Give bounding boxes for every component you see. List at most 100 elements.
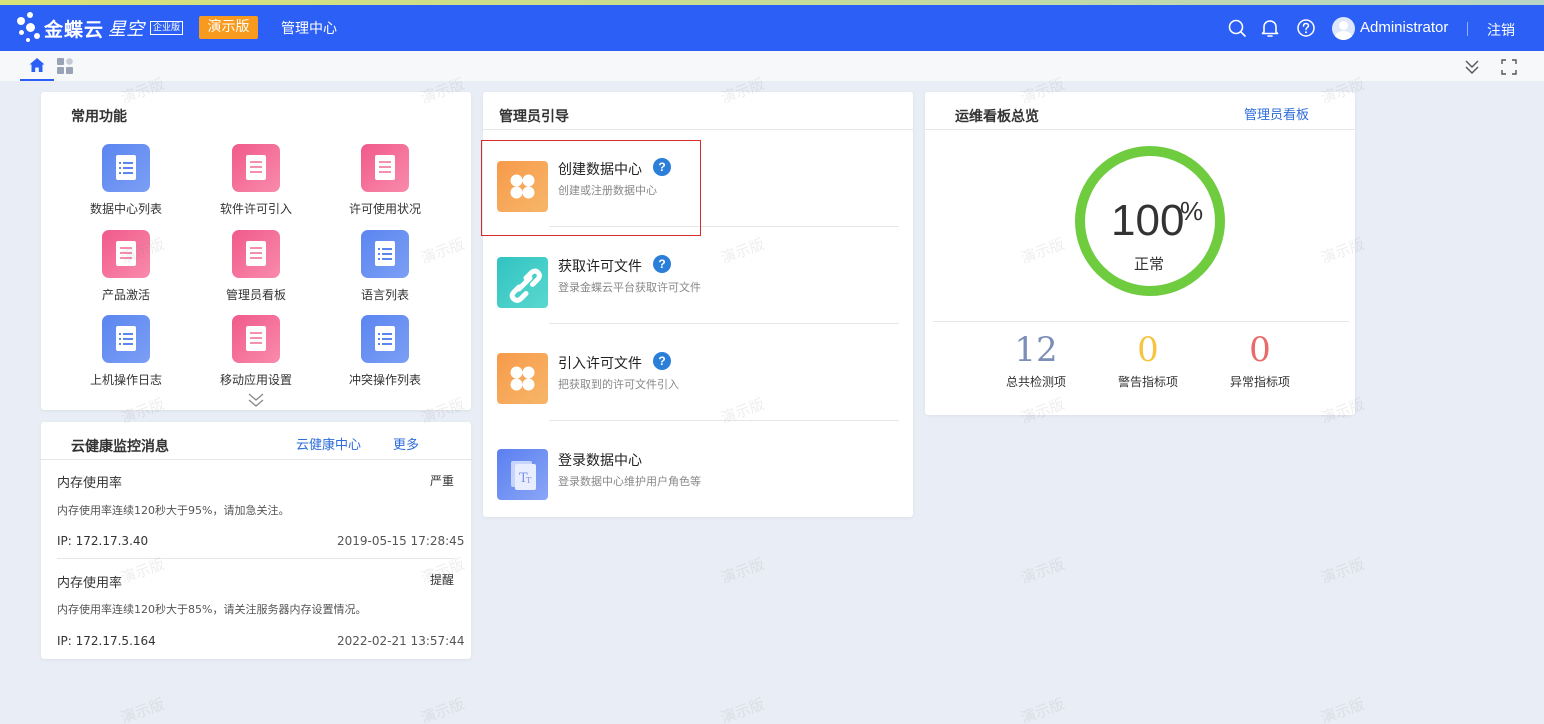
admin-center-menu[interactable]: 管理中心 xyxy=(281,18,337,38)
guide-step-desc: 登录数据中心维护用户角色等 xyxy=(558,475,701,488)
admin-board-link[interactable]: 管理员看板 xyxy=(1244,104,1309,123)
function-item[interactable]: 软件许可引入 xyxy=(201,144,311,217)
flower-icon xyxy=(497,353,548,404)
divider xyxy=(549,420,899,421)
function-label: 管理员看板 xyxy=(225,288,286,302)
guide-step-desc: 把获取到的许可文件引入 xyxy=(558,378,679,391)
expand-more-icon[interactable] xyxy=(247,392,265,408)
watermark-text: 演示版 xyxy=(1018,554,1067,588)
watermark-text: 演示版 xyxy=(418,694,467,724)
top-navigation-bar: 金蝶云 星空 企业版 演示版 管理中心 Administrator 注销 xyxy=(0,5,1544,51)
common-functions-card: 常用功能 数据中心列表 软件许可引入 许可使用状况产品激活 管理员看板 语言列表上机操作… xyxy=(41,92,471,410)
stat-label: 总共检测项 xyxy=(1005,375,1066,389)
watermark-text: 演示版 xyxy=(1318,694,1367,724)
divider xyxy=(933,321,1349,322)
message-time: 2022-02-21 13:57:44 xyxy=(337,634,465,648)
function-label: 移动应用设置 xyxy=(219,373,292,387)
function-item[interactable]: 产品激活 xyxy=(71,230,181,303)
divider xyxy=(483,129,913,130)
document-icon xyxy=(102,144,150,192)
function-label: 语言列表 xyxy=(360,288,409,302)
function-item[interactable]: 管理员看板 xyxy=(201,230,311,303)
function-label: 冲突操作列表 xyxy=(348,373,421,387)
stat-label: 警告指标项 xyxy=(1117,375,1178,389)
help-icon[interactable]: ? xyxy=(653,255,671,273)
message-time: 2019-05-15 17:28:45 xyxy=(337,534,465,548)
header-divider xyxy=(1467,22,1468,36)
function-item[interactable]: 上机操作日志 xyxy=(71,315,181,388)
fullscreen-icon[interactable] xyxy=(1499,57,1519,77)
edition-badge: 企业版 xyxy=(150,21,184,35)
home-icon xyxy=(29,58,45,72)
function-label: 软件许可引入 xyxy=(219,202,292,216)
search-icon[interactable] xyxy=(1226,17,1248,39)
svg-text:T: T xyxy=(526,476,532,485)
message-desc: 内存使用率连续120秒大于85%，请关注服务器内存设置情况。 xyxy=(57,603,367,616)
watermark-text: 演示版 xyxy=(718,554,767,588)
function-label: 许可使用状况 xyxy=(348,202,421,216)
watermark-text: 演示版 xyxy=(718,694,767,724)
function-label: 数据中心列表 xyxy=(89,202,162,216)
stat-label: 异常指标项 xyxy=(1229,375,1290,389)
watermark-text: 演示版 xyxy=(1018,694,1067,724)
username[interactable]: Administrator xyxy=(1360,19,1448,36)
brand-sub: 星空 xyxy=(108,19,145,40)
function-label: 上机操作日志 xyxy=(89,373,162,387)
tab-row xyxy=(0,51,1544,81)
brand-logo[interactable]: 金蝶云 星空 企业版 xyxy=(14,8,184,48)
watermark-text: 演示版 xyxy=(1318,554,1367,588)
common-functions-title: 常用功能 xyxy=(71,109,127,125)
guide-step-name: 登录数据中心 xyxy=(558,453,642,469)
document-icon xyxy=(361,230,409,278)
divider xyxy=(57,558,455,559)
function-item[interactable]: 许可使用状况 xyxy=(330,144,440,217)
message-title: 内存使用率 xyxy=(57,576,123,591)
document-icon xyxy=(361,315,409,363)
divider xyxy=(41,459,471,460)
message-desc: 内存使用率连续120秒大于95%，请加急关注。 xyxy=(57,504,290,517)
more-link[interactable]: 更多 xyxy=(393,434,419,453)
admin-guide-title: 管理员引导 xyxy=(499,109,569,125)
stat-value: 0 xyxy=(1137,330,1159,370)
guide-step-name: 获取许可文件 xyxy=(558,259,642,275)
highlight-box xyxy=(481,140,701,236)
function-item[interactable]: 语言列表 xyxy=(330,230,440,303)
divider xyxy=(925,129,1355,130)
document-icon xyxy=(232,315,280,363)
document-icon xyxy=(102,315,150,363)
avatar[interactable] xyxy=(1332,17,1355,40)
gauge-unit: % xyxy=(1180,196,1204,226)
function-item[interactable]: 冲突操作列表 xyxy=(330,315,440,388)
tab-home[interactable] xyxy=(20,51,54,81)
link-icon xyxy=(497,257,548,308)
function-item[interactable]: 移动应用设置 xyxy=(201,315,311,388)
stat-value: 0 xyxy=(1249,330,1271,370)
demo-tag: 演示版 xyxy=(199,16,258,39)
ops-board-title: 运维看板总览 xyxy=(955,109,1039,125)
message-ip: IP: 172.17.3.40 xyxy=(57,534,149,548)
function-item[interactable]: 数据中心列表 xyxy=(71,144,181,217)
gauge-value: 100 xyxy=(1111,196,1185,245)
watermark-text: 演示版 xyxy=(118,694,167,724)
cloud-health-card: 云健康监控消息 云健康中心 更多 内存使用率 严重 内存使用率连续120秒大于9… xyxy=(41,422,471,659)
apps-icon[interactable] xyxy=(56,57,74,75)
bell-icon[interactable] xyxy=(1259,17,1281,39)
ops-board-card: 运维看板总览 管理员看板 100 % 正常 12 总共检测项 0 警告指标项 0… xyxy=(925,92,1355,415)
message-level: 严重 xyxy=(430,474,455,488)
chevron-double-down-icon[interactable] xyxy=(1462,57,1482,77)
logout-button[interactable]: 注销 xyxy=(1487,20,1515,40)
cloud-health-center-link[interactable]: 云健康中心 xyxy=(296,434,361,453)
message-level: 提醒 xyxy=(430,573,455,587)
document-icon: TT xyxy=(497,449,548,500)
cloud-health-title: 云健康监控消息 xyxy=(71,439,169,455)
help-icon[interactable]: ? xyxy=(653,352,671,370)
logo-dots-icon xyxy=(14,8,44,48)
stat-value: 12 xyxy=(1014,330,1058,370)
brand-name: 金蝶云 xyxy=(44,18,105,41)
help-icon[interactable] xyxy=(1295,17,1317,39)
document-icon xyxy=(232,230,280,278)
message-title: 内存使用率 xyxy=(57,476,123,491)
document-icon xyxy=(102,230,150,278)
gauge-status: 正常 xyxy=(1134,255,1165,273)
guide-step-name: 引入许可文件 xyxy=(558,356,642,372)
